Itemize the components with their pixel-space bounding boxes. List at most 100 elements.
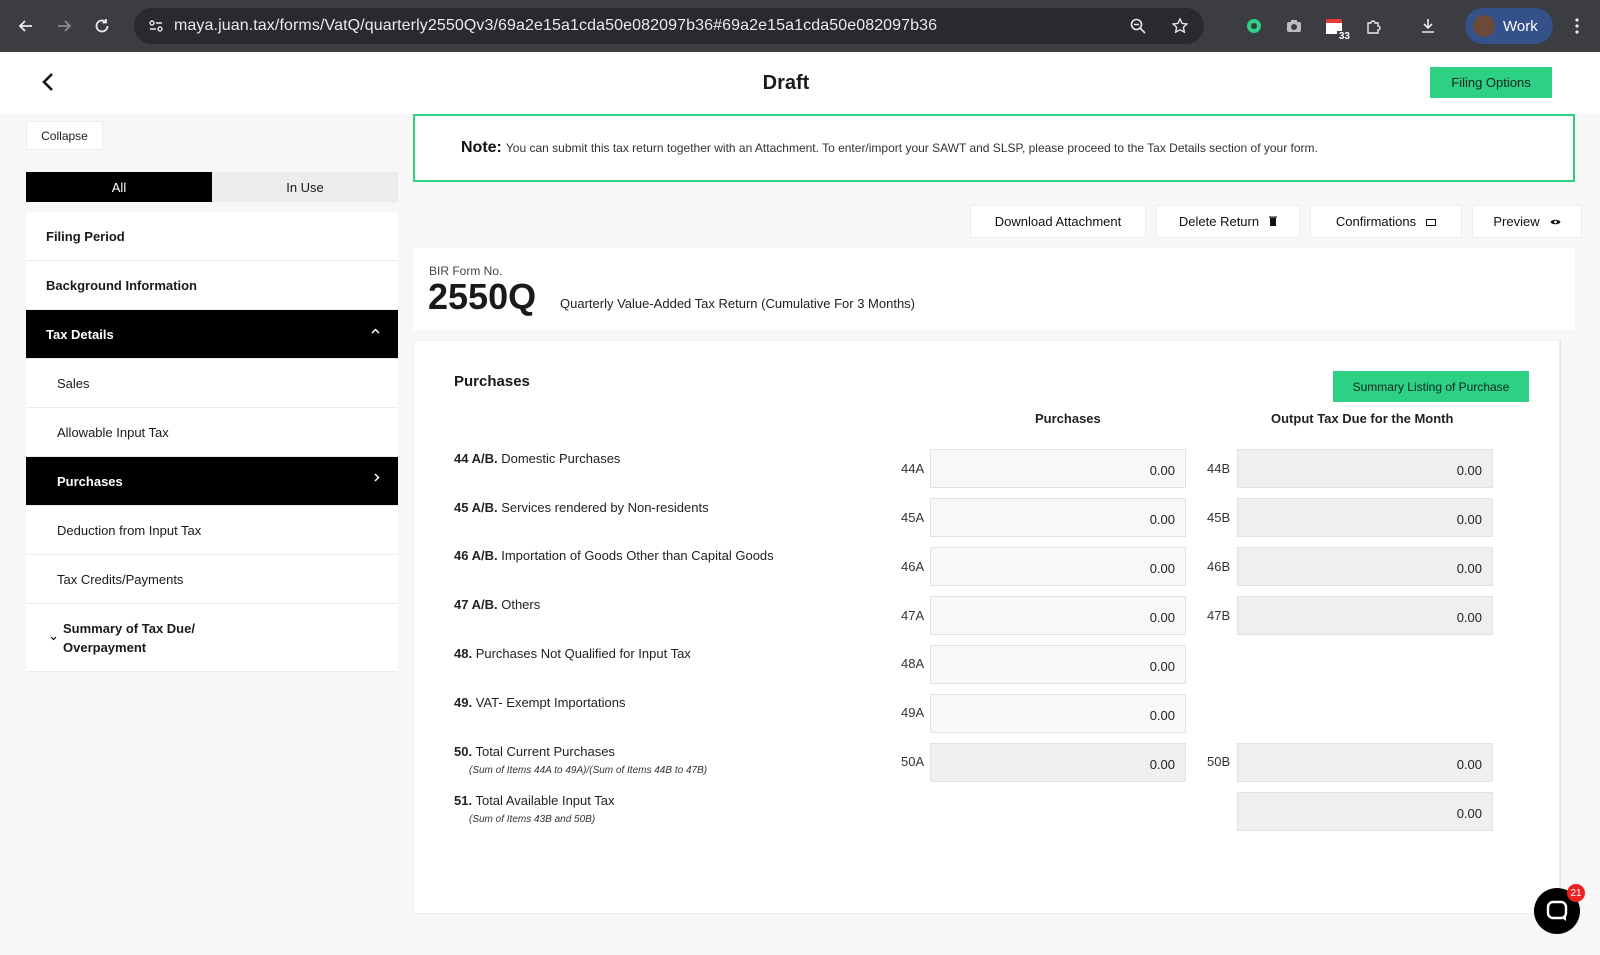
chevron-right-icon [374, 473, 380, 485]
profile-button[interactable]: Work [1465, 8, 1553, 44]
sidebar-item-purchases[interactable]: Purchases [26, 457, 398, 506]
camera-extension-icon[interactable] [1280, 10, 1308, 42]
puzzle-extensions-icon[interactable] [1360, 10, 1388, 42]
row-text: Others [501, 597, 541, 612]
row-label-49: 49. VAT- Exempt Importations [454, 695, 626, 710]
row-label-48: 48. Purchases Not Qualified for Input Ta… [454, 646, 691, 661]
eye-icon [1550, 214, 1561, 229]
chevron-down-icon [50, 633, 57, 643]
confirmations-label: Confirmations [1335, 214, 1417, 229]
code-46b: 46B [1207, 559, 1231, 574]
note-text: You can submit this tax return together … [505, 141, 1318, 155]
sidebar-item-filing-period[interactable]: Filing Period [26, 212, 398, 261]
field-45b: 0.00 [1237, 498, 1493, 537]
field-49a[interactable]: 0.00 [930, 694, 1186, 733]
code-44b: 44B [1207, 461, 1231, 476]
row-text: Total Available Input Tax [475, 793, 615, 808]
profile-label: Work [1503, 17, 1538, 35]
scrollbar-track [1560, 340, 1561, 914]
sidebar-item-label: Deduction from Input Tax [57, 522, 202, 538]
summary-listing-button[interactable]: Summary Listing of Purchase [1333, 371, 1529, 402]
row-number: 45 A/B. [454, 500, 498, 515]
sidebar-item-label: Tax Details [46, 326, 114, 342]
column-header-purchases: Purchases [1035, 411, 1101, 426]
field-46b: 0.00 [1237, 547, 1493, 586]
reload-icon[interactable] [86, 10, 118, 42]
code-45a: 45A [901, 510, 925, 525]
code-47a: 47A [901, 608, 925, 623]
more-menu-icon[interactable] [1565, 12, 1589, 40]
filing-options-button[interactable]: Filing Options [1430, 67, 1552, 98]
code-44a: 44A [901, 461, 925, 476]
row-number: 48. [454, 646, 473, 661]
preview-button[interactable]: Preview [1472, 205, 1582, 238]
row-label-45: 45 A/B. Services rendered by Non-residen… [454, 500, 709, 515]
row-text: Purchases Not Qualified for Input Tax [475, 646, 691, 661]
row-number: 51. [454, 793, 473, 808]
code-45b: 45B [1207, 510, 1231, 525]
row-text: Services rendered by Non-residents [501, 500, 709, 515]
field-46a[interactable]: 0.00 [930, 547, 1186, 586]
page-title: Draft [762, 72, 810, 94]
download-icon[interactable] [1414, 10, 1442, 42]
bookmark-star-icon[interactable] [1166, 12, 1194, 40]
zoom-icon[interactable] [1124, 12, 1152, 40]
field-45a[interactable]: 0.00 [930, 498, 1186, 537]
chevron-up-icon [371, 326, 380, 337]
chatgpt-extension-icon[interactable] [1240, 10, 1268, 42]
sidebar-item-label: Allowable Input Tax [57, 424, 169, 440]
tab-in-use[interactable]: In Use [212, 172, 398, 202]
address-bar[interactable]: maya.juan.tax/forms/VatQ/quarterly2550Qv… [134, 8, 1204, 44]
note-banner: Note: You can submit this tax return tog… [413, 114, 1575, 182]
row-label-50: 50. Total Current Purchases (Sum of Item… [454, 744, 707, 776]
sidebar-item-allowable-input-tax[interactable]: Allowable Input Tax [26, 408, 398, 457]
preview-label: Preview [1493, 214, 1540, 229]
sidebar-item-label: Sales [57, 375, 90, 391]
row-number: 44 A/B. [454, 451, 498, 466]
row-subtext: (Sum of Items 44A to 49A)/(Sum of Items … [469, 765, 708, 776]
trash-icon [1269, 214, 1278, 229]
calendar-badge: 33 [1336, 31, 1352, 42]
sidebar-item-label: Background Information [46, 277, 197, 293]
sidebar-item-label: Overpayment [63, 639, 147, 655]
field-51b: 0.00 [1237, 792, 1493, 831]
field-44a[interactable]: 0.00 [930, 449, 1186, 488]
row-subtext: (Sum of Items 43B and 50B) [469, 814, 596, 825]
chat-bubble-icon [1546, 900, 1568, 921]
delete-return-label: Delete Return [1178, 214, 1260, 229]
code-48a: 48A [901, 656, 925, 671]
form-description: Quarterly Value-Added Tax Return (Cumula… [560, 296, 916, 311]
sidebar-item-tax-credits-payments[interactable]: Tax Credits/Payments [26, 555, 398, 604]
delete-return-button[interactable]: Delete Return [1156, 205, 1300, 238]
site-info-icon[interactable] [142, 12, 170, 40]
calendar-extension-icon[interactable]: 33 [1320, 10, 1352, 42]
folder-icon [1426, 214, 1437, 229]
forward-arrow-icon[interactable] [48, 10, 80, 42]
code-50b: 50B [1207, 754, 1231, 769]
sidebar-item-label: Purchases [57, 473, 123, 489]
sidebar-item-summary-of-tax-due[interactable]: Summary of Tax Due/ Overpayment [26, 604, 398, 672]
row-number: 49. [454, 695, 473, 710]
row-label-46: 46 A/B. Importation of Goods Other than … [454, 548, 774, 563]
tab-all[interactable]: All [26, 172, 212, 202]
download-attachment-button[interactable]: Download Attachment [970, 205, 1146, 238]
row-number: 46 A/B. [454, 548, 498, 563]
action-bar: Download Attachment Delete Return Confir… [970, 205, 1582, 238]
row-text: VAT- Exempt Importations [475, 695, 626, 710]
row-label-51: 51. Total Available Input Tax (Sum of It… [454, 793, 614, 825]
collapse-button[interactable]: Collapse [26, 121, 103, 150]
confirmations-button[interactable]: Confirmations [1310, 205, 1462, 238]
sidebar-item-label: Tax Credits/Payments [57, 571, 184, 587]
code-46a: 46A [901, 559, 925, 574]
code-49a: 49A [901, 705, 925, 720]
avatar [1473, 15, 1495, 37]
field-48a[interactable]: 0.00 [930, 645, 1186, 684]
sidebar-item-tax-details[interactable]: Tax Details [26, 310, 398, 359]
code-47b: 47B [1207, 608, 1231, 623]
sidebar-item-deduction-from-input-tax[interactable]: Deduction from Input Tax [26, 506, 398, 555]
sidebar-item-background-information[interactable]: Background Information [26, 261, 398, 310]
sidebar-item-sales[interactable]: Sales [26, 359, 398, 408]
field-50b: 0.00 [1237, 743, 1493, 782]
back-arrow-icon[interactable] [10, 10, 42, 42]
field-47a[interactable]: 0.00 [930, 596, 1186, 635]
